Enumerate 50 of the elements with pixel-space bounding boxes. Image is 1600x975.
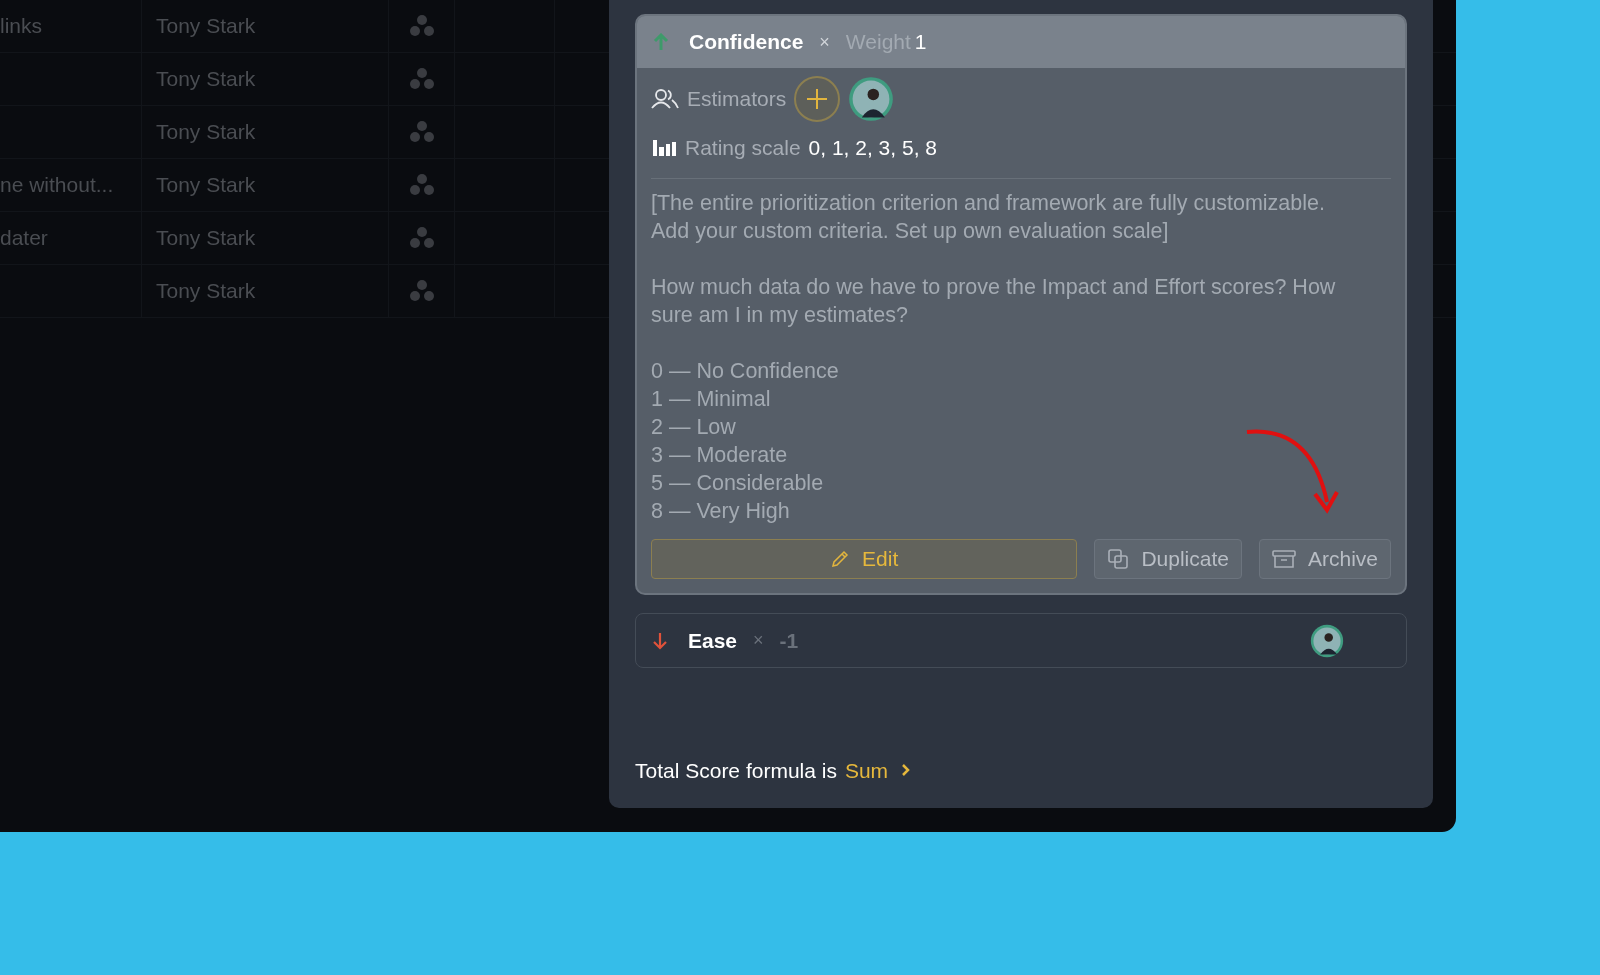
table-cell-text: Tony Stark: [156, 278, 256, 305]
copy-icon: [1107, 548, 1130, 570]
avatar-icon: [1310, 623, 1344, 658]
description-text: [The entire prioritization criterion and framework are fully customizable. Add your custom criteria. Set up own evaluation scale]: [651, 190, 1325, 245]
group-icon: [409, 15, 434, 37]
table-cell-text: Tony Stark: [156, 172, 256, 199]
table-cell-text: Tony Stark: [156, 225, 256, 252]
bar-chart-icon: [651, 138, 677, 158]
formula-value: Sum: [844, 757, 889, 784]
plus-icon: [805, 87, 830, 111]
table-cell-text: ne without...: [0, 172, 114, 199]
weight-value: 1: [914, 29, 927, 56]
table-cell-text: links: [0, 13, 42, 40]
scale-item: 3 — Moderate: [651, 442, 788, 469]
criterion-row[interactable]: Ease × -1: [635, 613, 1407, 668]
group-icon: [409, 280, 434, 302]
archive-button[interactable]: Archive: [1258, 539, 1391, 579]
duplicate-button[interactable]: Duplicate: [1094, 539, 1242, 579]
multiply-sign: ×: [819, 30, 830, 54]
table-cell-text: Tony Stark: [156, 66, 256, 93]
multiply-sign: ×: [753, 629, 764, 652]
archive-icon: [1271, 549, 1296, 569]
pencil-icon: [830, 549, 851, 569]
scale-item: 8 — Very High: [651, 498, 790, 525]
rating-scale-values: 0, 1, 2, 3, 5, 8: [808, 135, 937, 162]
scale-item: 5 — Considerable: [651, 470, 824, 497]
description-text: How much data do we have to prove the Impact and Effort scores? How sure am I in my estimates?: [651, 274, 1336, 329]
add-estimator-button[interactable]: [794, 76, 841, 122]
edit-button[interactable]: Edit: [651, 539, 1078, 579]
group-icon: [409, 227, 434, 249]
table-cell-text: Tony Stark: [156, 119, 256, 146]
group-icon: [409, 121, 434, 143]
arrow-up-icon: [653, 33, 669, 51]
weight-value: -1: [779, 627, 799, 654]
scale-item: 1 — Minimal: [651, 386, 771, 413]
avatar-icon: [848, 76, 895, 122]
users-icon: [651, 88, 679, 110]
group-icon: [409, 174, 434, 196]
scale-item: 0 — No Confidence: [651, 358, 839, 385]
rating-scale-label: Rating scale: [685, 135, 801, 162]
criterion-name: Ease: [688, 627, 738, 654]
scale-item: 2 — Low: [651, 414, 736, 441]
table-cell-text: dater: [0, 225, 48, 252]
estimators-label: Estimators: [687, 86, 787, 113]
criterion-name: Confidence: [689, 29, 804, 56]
table-cell-text: Tony Stark: [156, 13, 256, 40]
formula-label: Total Score formula is: [635, 757, 837, 784]
total-score-link[interactable]: Total Score formula is Sum: [635, 754, 1407, 786]
group-icon: [409, 68, 434, 90]
arrow-down-icon: [652, 631, 668, 650]
